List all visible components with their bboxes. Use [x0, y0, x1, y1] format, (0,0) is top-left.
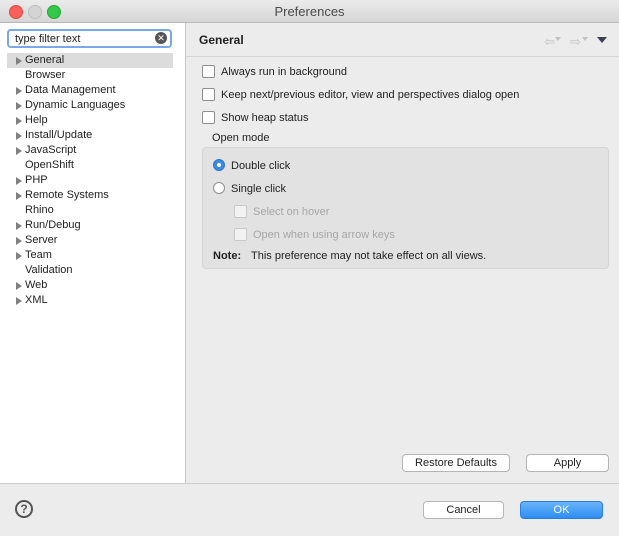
always-run-background-option[interactable]: Always run in background	[202, 64, 347, 80]
tree-item[interactable]: Install/Update	[7, 128, 173, 143]
tree-item[interactable]: Browser	[7, 68, 173, 83]
tree-item[interactable]: Team	[7, 248, 173, 263]
expand-arrow-icon[interactable]	[16, 87, 22, 95]
tree-item-label: Data Management	[25, 84, 116, 96]
tree-item-label: JavaScript	[25, 144, 77, 156]
keep-dialog-open-option[interactable]: Keep next/previous editor, view and pers…	[202, 87, 519, 103]
tree-item-label: XML	[25, 294, 48, 306]
dialog-footer: ? Cancel OK	[0, 483, 619, 536]
select-on-hover-option: Select on hover	[234, 204, 329, 220]
tree-item-label: General	[25, 54, 65, 66]
tree-item[interactable]: PHP	[7, 173, 173, 188]
tree-item-label: Server	[25, 234, 58, 246]
back-history-chevron-icon[interactable]	[555, 37, 561, 41]
expand-arrow-icon[interactable]	[16, 297, 22, 305]
preferences-window: Preferences ✕ General Browser Data Managem…	[0, 0, 619, 536]
tree-item[interactable]: XML	[7, 293, 173, 308]
ok-button[interactable]: OK	[520, 501, 603, 519]
expand-arrow-icon[interactable]	[16, 102, 22, 110]
clear-filter-icon[interactable]: ✕	[155, 32, 167, 44]
show-heap-status-checkbox[interactable]	[202, 110, 215, 124]
view-menu-chevron-icon[interactable]	[597, 37, 607, 43]
select-on-hover-label: Select on hover	[253, 206, 330, 218]
page-header: General ⇦ ⇨	[186, 23, 619, 57]
single-click-radio[interactable]	[213, 182, 225, 195]
tree-item[interactable]: Rhino	[7, 203, 173, 218]
select-on-hover-checkbox	[234, 204, 247, 218]
expand-arrow-icon[interactable]	[16, 252, 22, 260]
tree-item-label: Remote Systems	[25, 189, 109, 201]
tree-item[interactable]: OpenShift	[7, 158, 173, 173]
tree-item-label: OpenShift	[25, 159, 74, 171]
tree-item[interactable]: Server	[7, 233, 173, 248]
filter-input[interactable]	[15, 32, 155, 46]
show-heap-status-option[interactable]: Show heap status	[202, 110, 308, 126]
apply-button[interactable]: Apply	[526, 454, 609, 472]
double-click-option[interactable]: Double click	[213, 158, 290, 174]
tree-item-label: PHP	[25, 174, 48, 186]
expand-arrow-icon[interactable]	[16, 177, 22, 185]
filter-field[interactable]: ✕	[7, 29, 172, 48]
cancel-button[interactable]: Cancel	[423, 501, 504, 519]
tree-item-label: Web	[25, 279, 48, 291]
tree-item[interactable]: Validation	[7, 263, 173, 278]
open-arrow-keys-label: Open when using arrow keys	[253, 229, 395, 241]
back-arrow-icon[interactable]: ⇦	[544, 34, 555, 50]
tree-item-label: Validation	[25, 264, 73, 276]
expand-arrow-icon[interactable]	[16, 117, 22, 125]
tree-item-label: Help	[25, 114, 48, 126]
expand-arrow-icon[interactable]	[16, 192, 22, 200]
expand-arrow-icon[interactable]	[16, 237, 22, 245]
tree-item-label: Run/Debug	[25, 219, 81, 231]
preference-tree-panel: ✕ General Browser Data Management Dynamic L…	[0, 23, 186, 483]
double-click-radio[interactable]	[213, 159, 225, 172]
expand-arrow-icon[interactable]	[16, 147, 22, 155]
forward-arrow-icon[interactable]: ⇨	[570, 34, 581, 50]
tree-item[interactable]: Dynamic Languages	[7, 98, 173, 113]
single-click-option[interactable]: Single click	[213, 181, 286, 197]
open-mode-group: Double click Single click Select on hove…	[202, 147, 609, 269]
tree-item-label: Install/Update	[25, 129, 93, 141]
tree-item[interactable]: JavaScript	[7, 143, 173, 158]
tree-item-label: Dynamic Languages	[25, 99, 126, 111]
open-arrow-keys-option: Open when using arrow keys	[234, 227, 395, 243]
tree-item-label: Team	[25, 249, 52, 261]
expand-arrow-icon[interactable]	[16, 132, 22, 140]
preference-tree: General Browser Data Management Dynamic Lan…	[7, 53, 173, 308]
restore-defaults-button[interactable]: Restore Defaults	[402, 454, 510, 472]
preference-page: General ⇦ ⇨ Always run in background Kee…	[186, 23, 619, 483]
single-click-label: Single click	[231, 183, 287, 195]
tree-item[interactable]: Data Management	[7, 83, 173, 98]
tree-item-label: Rhino	[25, 204, 54, 216]
always-run-background-checkbox[interactable]	[202, 64, 215, 78]
always-run-background-label: Always run in background	[221, 66, 347, 78]
show-heap-status-label: Show heap status	[221, 112, 309, 124]
help-icon[interactable]: ?	[15, 500, 33, 518]
title-bar: Preferences	[0, 0, 619, 23]
page-title: General	[199, 33, 244, 47]
keep-dialog-open-label: Keep next/previous editor, view and pers…	[221, 89, 520, 101]
tree-item-label: Browser	[25, 69, 66, 81]
open-mode-note: Note: This preference may not take effect…	[213, 250, 486, 262]
expand-arrow-icon[interactable]	[16, 282, 22, 290]
keep-dialog-open-checkbox[interactable]	[202, 87, 215, 101]
expand-arrow-icon[interactable]	[16, 222, 22, 230]
expand-arrow-icon[interactable]	[16, 57, 22, 65]
tree-item[interactable]: Web	[7, 278, 173, 293]
tree-item[interactable]: Remote Systems	[7, 188, 173, 203]
tree-item[interactable]: Help	[7, 113, 173, 128]
forward-history-chevron-icon[interactable]	[582, 37, 588, 41]
tree-item[interactable]: General	[7, 53, 173, 68]
note-label: Note:	[213, 250, 242, 262]
note-text: This preference may not take effect on a…	[251, 250, 487, 262]
tree-item[interactable]: Run/Debug	[7, 218, 173, 233]
window-title: Preferences	[274, 4, 345, 19]
open-mode-label: Open mode	[212, 132, 270, 144]
double-click-label: Double click	[231, 160, 291, 172]
open-arrow-keys-checkbox	[234, 227, 247, 241]
